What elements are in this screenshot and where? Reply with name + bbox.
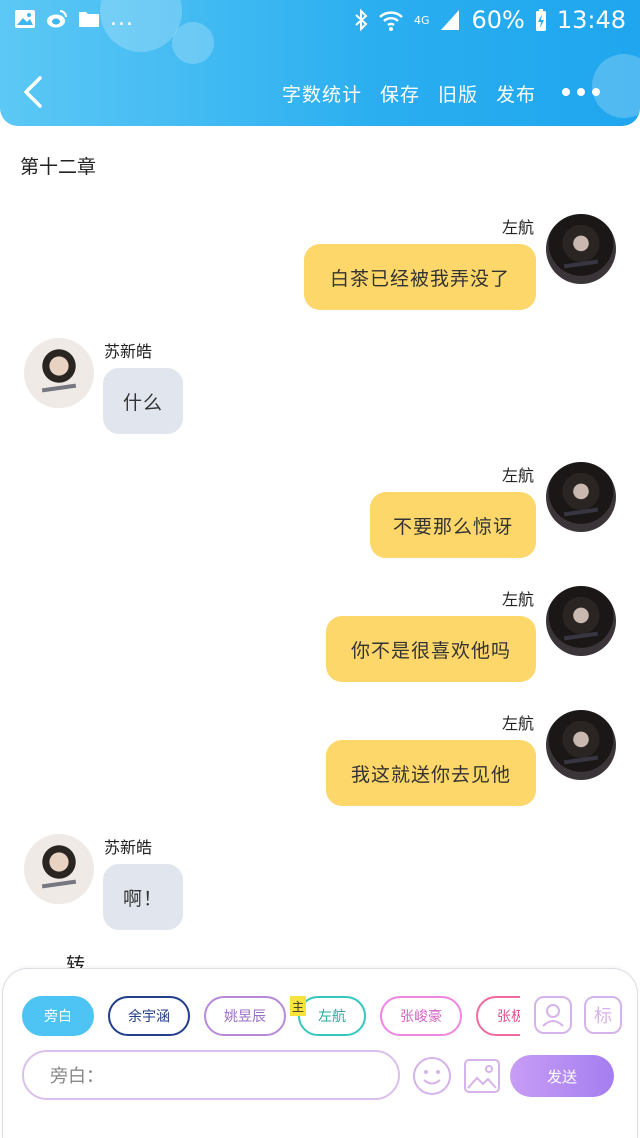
speaker-name: 左航 xyxy=(502,714,535,733)
character-chip[interactable]: 张峻豪 xyxy=(380,996,462,1036)
send-button[interactable]: 发送 xyxy=(510,1055,614,1097)
nav-bar: 字数统计 保存 旧版 发布 xyxy=(0,62,640,122)
back-arrow-icon[interactable] xyxy=(18,74,50,110)
gallery-icon xyxy=(15,10,35,28)
speaker-name: 苏新皓 xyxy=(104,342,153,361)
publish-button[interactable]: 发布 xyxy=(496,80,536,107)
message-bubble[interactable]: 啊！ xyxy=(103,864,183,930)
save-button[interactable]: 保存 xyxy=(380,80,420,107)
character-selector: 旁白 余宇涵 姚昱辰 左航 张峻豪 张极 xyxy=(22,996,520,1038)
word-count-button[interactable]: 字数统计 xyxy=(282,80,362,107)
network-type-label: 4G xyxy=(413,13,430,27)
character-chip[interactable]: 余宇涵 xyxy=(108,996,190,1036)
message-bubble[interactable]: 我这就送你去见他 xyxy=(326,740,536,806)
message-input[interactable]: 旁白： xyxy=(22,1050,400,1100)
avatar[interactable] xyxy=(24,834,94,904)
character-chip[interactable]: 张极 xyxy=(476,996,520,1036)
speaker-name: 左航 xyxy=(502,466,535,485)
emoji-icon[interactable] xyxy=(412,1056,452,1096)
clock-time: 13:48 xyxy=(556,6,626,34)
chapter-title: 第十二章 xyxy=(20,156,97,178)
avatar[interactable] xyxy=(24,338,94,408)
folder-icon xyxy=(79,12,99,27)
signal-icon xyxy=(441,10,460,30)
character-chip[interactable]: 左航 xyxy=(298,996,366,1036)
mark-button[interactable]: 标 xyxy=(584,996,622,1034)
message-bubble[interactable]: 你不是很喜欢他吗 xyxy=(326,616,536,682)
battery-charging-icon xyxy=(535,9,546,31)
partial-narration-text: 转 xyxy=(66,954,86,970)
battery-percent: 60% xyxy=(471,6,525,34)
more-notifications-indicator: ... xyxy=(110,6,134,31)
old-version-button[interactable]: 旧版 xyxy=(438,80,478,107)
speaker-name: 左航 xyxy=(502,218,535,237)
bluetooth-icon xyxy=(355,8,368,32)
wifi-icon xyxy=(379,11,403,31)
character-chip-narration[interactable]: 旁白 xyxy=(22,996,94,1036)
main-role-tag: 主 xyxy=(290,996,306,1016)
status-bar: ... 4G 60% 13:48 xyxy=(0,0,640,44)
character-manage-icon[interactable] xyxy=(534,996,572,1034)
top-header: ... 4G 60% 13:48 字数统计 保存 旧版 发布 xyxy=(0,0,640,126)
avatar[interactable] xyxy=(546,586,616,656)
avatar[interactable] xyxy=(546,214,616,284)
message-bubble[interactable]: 白茶已经被我弄没了 xyxy=(304,244,536,310)
avatar[interactable] xyxy=(546,462,616,532)
speaker-name: 左航 xyxy=(502,590,535,609)
character-chip[interactable]: 姚昱辰 xyxy=(204,996,286,1036)
speaker-name: 苏新皓 xyxy=(104,838,153,857)
weibo-icon xyxy=(47,10,67,28)
message-bubble[interactable]: 什么 xyxy=(103,368,183,434)
image-icon[interactable] xyxy=(462,1056,502,1096)
message-bubble[interactable]: 不要那么惊讶 xyxy=(370,492,536,558)
more-menu-icon[interactable] xyxy=(562,86,600,98)
avatar[interactable] xyxy=(546,710,616,780)
